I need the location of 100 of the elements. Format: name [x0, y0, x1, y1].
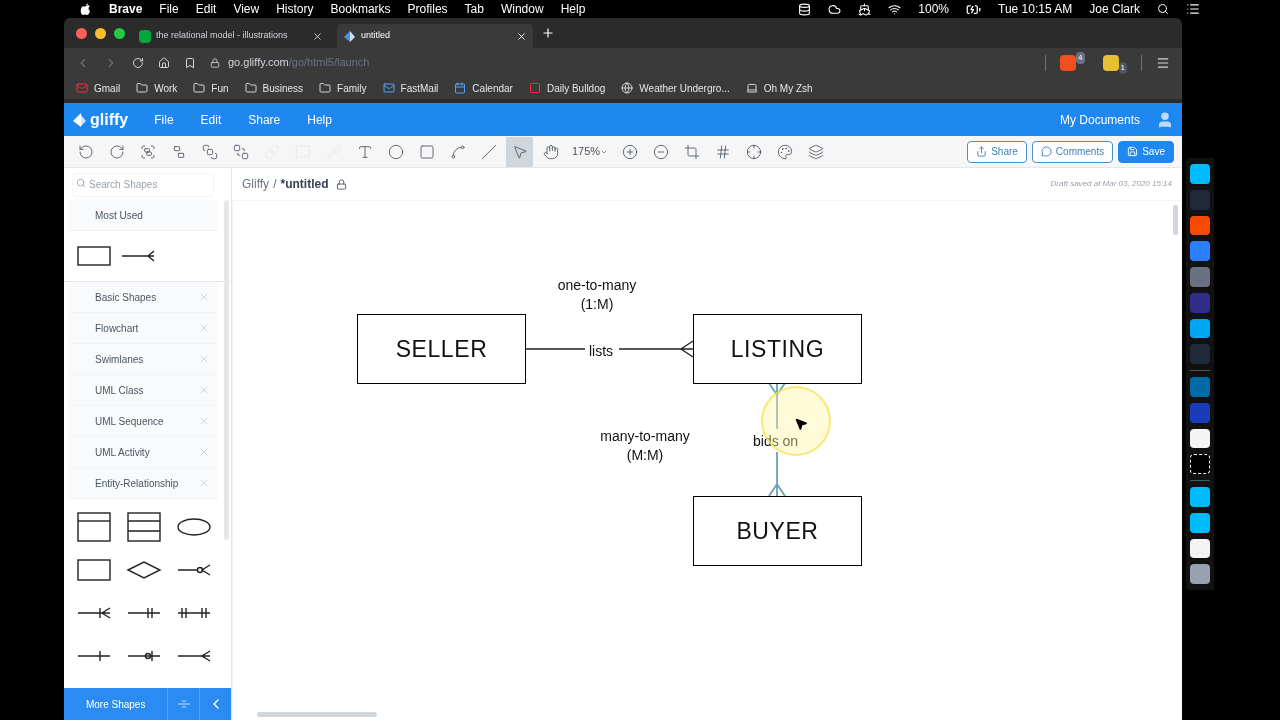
cloud-icon[interactable] [828, 2, 842, 16]
bookmark[interactable]: Oh My Zsh [745, 80, 813, 96]
shape-library-item[interactable]: Basic Shapes [68, 282, 218, 313]
search-icon [76, 178, 86, 189]
menu-item[interactable]: Share [248, 110, 281, 129]
bookmark[interactable]: Weather Undergro... [621, 80, 730, 96]
document-title[interactable]: *untitled [280, 175, 329, 193]
list-icon[interactable] [1186, 2, 1200, 16]
tab-title: the relational model - illustrations [156, 29, 289, 43]
battery-percentage: 100% [918, 1, 950, 18]
close-tab-icon[interactable] [516, 30, 527, 42]
shape-library-item[interactable]: UML Activity [68, 437, 218, 468]
entity-box[interactable]: SELLER [357, 314, 526, 384]
gliffy-logo[interactable]: gliffy [72, 107, 129, 132]
globe-icon [621, 82, 634, 94]
library-name: Swimlanes [95, 352, 144, 367]
close-window-icon[interactable] [76, 27, 87, 39]
scrollbar [1173, 205, 1178, 235]
browser-tab[interactable]: untitled [337, 24, 533, 48]
address-bar[interactable]: go.gliffy.com/go/html5/launch [210, 51, 1032, 74]
bookmark[interactable]: Work [136, 80, 178, 96]
breadcrumb-separator: / [273, 176, 277, 193]
apple-icon[interactable] [80, 2, 92, 16]
bookmark[interactable]: Fun [193, 80, 229, 96]
my-documents-link[interactable]: My Documents [1059, 110, 1140, 129]
shields-count: 4 [1076, 51, 1085, 64]
menu-item[interactable]: View [233, 0, 260, 18]
menu-item[interactable]: History [276, 0, 314, 18]
url-text: go.gliffy.com/go/html5/launch [228, 55, 370, 71]
user-icon[interactable] [1156, 110, 1174, 129]
bookmark-icon[interactable] [184, 56, 196, 69]
reload-icon[interactable] [132, 56, 144, 69]
menu-item[interactable]: Tab [464, 0, 484, 18]
library-name: Flowchart [95, 321, 139, 336]
shape-library-item[interactable]: UML Class [68, 375, 218, 406]
tab-title: untitled [361, 29, 392, 43]
entity-box[interactable]: BUYER [693, 496, 862, 566]
shape-library-item[interactable]: Most Used [68, 200, 218, 231]
annotation-text[interactable]: one-to-many (1:M) [549, 276, 645, 314]
entity-box[interactable]: LISTING [693, 314, 862, 384]
library-name: Most Used [95, 208, 143, 223]
comments-button[interactable]: Comments [1031, 140, 1114, 163]
app-name[interactable]: Brave [109, 0, 143, 18]
screenshot-icon[interactable] [1190, 454, 1210, 475]
mail-icon [76, 82, 88, 94]
wifi-icon[interactable] [888, 2, 902, 16]
share-button[interactable]: Share [967, 140, 1027, 163]
laptop-icon [745, 82, 758, 94]
zoom-window-icon[interactable] [114, 27, 125, 39]
spreadsheet-icon [139, 29, 151, 43]
bookmark[interactable]: Family [319, 80, 367, 96]
clock[interactable]: Tue 10:15 AM [998, 0, 1073, 18]
library-name: Basic Shapes [95, 290, 157, 305]
new-tab-icon[interactable] [541, 26, 555, 40]
browser-tab[interactable]: the relational model - illustrations [133, 24, 329, 48]
menu-item[interactable]: Help [560, 0, 586, 18]
bookmark[interactable]: Business [244, 80, 304, 96]
menu-item[interactable]: Profiles [407, 0, 448, 18]
menu-item[interactable]: File [154, 110, 174, 129]
collapse-icon [177, 698, 190, 710]
bookmark[interactable]: Gmail [76, 80, 121, 96]
entity-table-icon[interactable] [76, 511, 112, 543]
extension-button[interactable] [1102, 54, 1119, 71]
shape-library-item[interactable]: Flowchart [68, 313, 218, 344]
home-icon[interactable] [158, 56, 170, 69]
shape-library-item[interactable]: Swimlanes [68, 344, 218, 375]
close-tab-icon[interactable] [312, 30, 323, 42]
rectangle-shape-icon[interactable] [76, 244, 112, 268]
menu-item[interactable]: Edit [200, 110, 222, 129]
menu-item[interactable]: Edit [195, 0, 217, 18]
bookmark[interactable]: Daily Bulldog [528, 80, 606, 96]
entity-attributes-icon[interactable] [126, 511, 162, 543]
brave-shields-button[interactable] [1060, 54, 1077, 71]
lock-icon[interactable] [336, 178, 348, 190]
menu-item[interactable]: Help [307, 110, 332, 129]
breadcrumb-root[interactable]: Gliffy [242, 175, 270, 193]
shape-library-item[interactable]: UML Sequence [68, 406, 218, 437]
search-shapes-field[interactable]: Search Shapes [72, 172, 214, 197]
bookmark[interactable]: Calendar [454, 80, 513, 96]
lock-icon [210, 57, 220, 68]
zoom-dropdown[interactable]: 175% [568, 143, 613, 160]
menu-icon[interactable] [1156, 55, 1170, 70]
bookmark[interactable]: FastMail [382, 80, 439, 96]
annotation-text[interactable]: many-to-many (M:M) [597, 427, 693, 465]
save-button[interactable]: Save [1118, 140, 1174, 163]
user-name[interactable]: Joe Clark [1089, 0, 1140, 18]
speech-bubble-icon [1040, 146, 1052, 157]
calendar-icon [454, 82, 467, 94]
pointer-tool-button[interactable] [506, 136, 533, 167]
square-icon [528, 82, 541, 94]
shape-library-item[interactable]: Entity-Relationship [68, 468, 218, 499]
extension-count: 1 [1118, 61, 1127, 74]
minimize-window-icon[interactable] [95, 27, 106, 39]
library-name: UML Class [95, 383, 144, 398]
menu-item[interactable]: Window [500, 0, 544, 18]
menu-item[interactable]: File [159, 0, 179, 18]
gliffy-mark-icon [72, 111, 88, 128]
envelope-icon [382, 82, 395, 94]
search-icon[interactable] [1157, 3, 1169, 15]
menu-item[interactable]: Bookmarks [330, 0, 391, 18]
